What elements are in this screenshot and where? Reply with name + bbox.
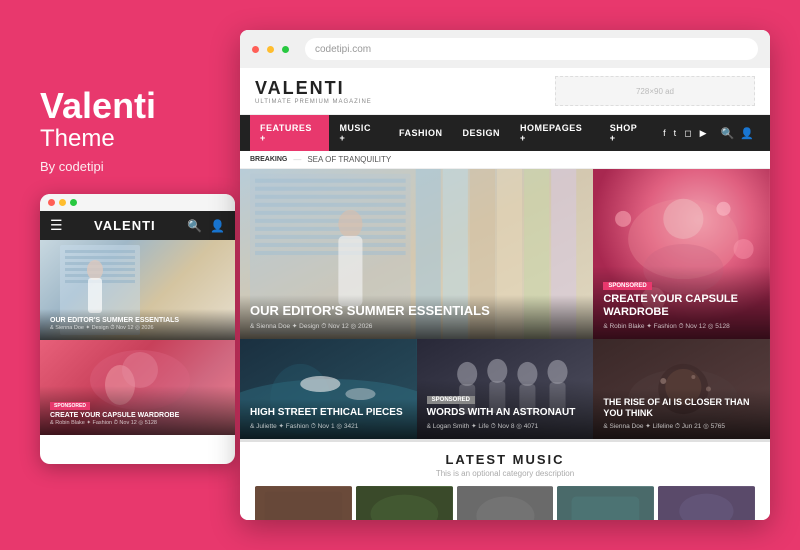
cell-summer-overlay: OUR EDITOR'S SUMMER ESSENTIALS & Sienna …: [240, 295, 593, 339]
grid-cell-summer: OUR EDITOR'S SUMMER ESSENTIALS & Sienna …: [240, 169, 593, 339]
browser-chrome: codetipi.com: [240, 30, 770, 68]
cell-summer-title: OUR EDITOR'S SUMMER ESSENTIALS: [250, 303, 583, 319]
mini-post-1-title: OUR EDITOR'S SUMMER ESSENTIALS: [50, 317, 225, 324]
grid-cell-ai: THE RISE OF AI IS CLOSER THAN YOU THINK …: [593, 339, 770, 439]
cell-ai-title: THE RISE OF AI IS CLOSER THAN YOU THINK: [603, 397, 760, 419]
music-card-2: [356, 486, 453, 520]
cell-astronaut-tag: Sponsored: [427, 396, 475, 404]
grid-cell-ethical: HIGH STREET ETHICAL PIECES & Juliette ✦ …: [240, 339, 417, 439]
nav-item-features[interactable]: FEATURES +: [250, 115, 329, 151]
nav-social-icons: f t ◻ ▶: [655, 128, 714, 139]
social-facebook[interactable]: f: [663, 128, 666, 139]
site-header: VALENTI ULTIMATE PREMIUM MAGAZINE 728×90…: [240, 68, 770, 115]
browser-address-bar[interactable]: codetipi.com: [305, 38, 758, 60]
music-section: LATEST MUSIC This is an optional categor…: [240, 439, 770, 520]
cell-capsule-tag: Sponsored: [603, 282, 651, 290]
dot-red: [48, 199, 55, 206]
site-logo-block: VALENTI ULTIMATE PREMIUM MAGAZINE: [255, 78, 372, 105]
mini-nav: ☰ VALENTI 🔍 👤: [40, 211, 235, 240]
mini-content: OUR EDITOR'S SUMMER ESSENTIALS & Sienna …: [40, 240, 235, 435]
music-card-4: [557, 486, 654, 520]
social-instagram[interactable]: ◻: [684, 128, 691, 139]
mini-post-2: Sponsored CREATE YOUR CAPSULE WARDROBE &…: [40, 340, 235, 435]
grid-cell-astronaut: Sponsored WORDS WITH AN ASTRONAUT & Loga…: [417, 339, 594, 439]
music-card-5: [658, 486, 755, 520]
social-twitter[interactable]: t: [674, 128, 677, 139]
cell-astronaut-title: WORDS WITH AN ASTRONAUT: [427, 407, 584, 419]
nav-item-fashion[interactable]: FASHION: [389, 120, 453, 146]
mini-site-logo: VALENTI: [94, 218, 156, 233]
search-icon[interactable]: 🔍: [187, 219, 202, 233]
brand-author: By codetipi: [40, 159, 230, 174]
address-text: codetipi.com: [315, 44, 371, 55]
mini-post-2-meta: & Robin Blake ✦ Fashion ⏱ Nov 12 ◎ 5128: [50, 420, 225, 427]
left-panel: Valenti Theme By codetipi ☰ VALENTI 🔍 👤: [30, 86, 230, 465]
breaking-text: SEA OF TRANQUILITY: [307, 155, 391, 164]
music-section-title: LATEST MUSIC: [255, 452, 755, 467]
cell-ai-overlay: THE RISE OF AI IS CLOSER THAN YOU THINK …: [593, 389, 770, 439]
nav-item-homepages[interactable]: HOMEPAGES +: [510, 115, 600, 151]
cell-ethical-overlay: HIGH STREET ETHICAL PIECES & Juliette ✦ …: [240, 399, 417, 439]
browser-dot-green: [282, 46, 289, 53]
browser-dot-yellow: [267, 46, 274, 53]
brand-subtitle: Theme: [40, 125, 230, 153]
social-youtube[interactable]: ▶: [700, 128, 707, 139]
dot-green: [70, 199, 77, 206]
user-icon[interactable]: 👤: [210, 219, 225, 233]
mini-post-1-meta: & Sienna Doe ✦ Design ⏱ Nov 12 ◎ 2026: [50, 325, 225, 332]
breaking-label: BREAKING: [250, 156, 287, 163]
cell-ethical-meta: & Juliette ✦ Fashion ⏱ Nov 1 ◎ 3421: [250, 422, 407, 431]
cell-summer-meta: & Sienna Doe ✦ Design ⏱ Nov 12 ◎ 2026: [250, 322, 583, 331]
cell-capsule-overlay: Sponsored CREATE YOUR CAPSULE WARDROBE &…: [593, 266, 770, 339]
mini-post-2-tag: Sponsored: [50, 402, 90, 410]
brand-title: Valenti: [40, 86, 230, 126]
dot-yellow: [59, 199, 66, 206]
music-card-1: [255, 486, 352, 520]
breaking-sep: —: [293, 155, 301, 164]
mini-post-1: OUR EDITOR'S SUMMER ESSENTIALS & Sienna …: [40, 240, 235, 340]
cell-astronaut-overlay: Sponsored WORDS WITH AN ASTRONAUT & Loga…: [417, 380, 594, 439]
site-logo: VALENTI ULTIMATE PREMIUM MAGAZINE: [255, 78, 372, 105]
music-card-3: [457, 486, 554, 520]
nav-item-shop[interactable]: SHOP +: [600, 115, 655, 151]
mini-mockup: ☰ VALENTI 🔍 👤: [40, 194, 235, 464]
mini-nav-icons: 🔍 👤: [187, 219, 225, 233]
mini-post-1-overlay: OUR EDITOR'S SUMMER ESSENTIALS & Sienna …: [40, 309, 235, 340]
nav-item-design[interactable]: DESIGN: [452, 120, 510, 146]
cell-capsule-meta: & Robin Blake ✦ Fashion ⏱ Nov 12 ◎ 5128: [603, 322, 760, 331]
grid-cell-capsule: Sponsored CREATE YOUR CAPSULE WARDROBE &…: [593, 169, 770, 339]
hamburger-icon[interactable]: ☰: [50, 217, 63, 234]
nav-bar: FEATURES + MUSIC + FASHION DESIGN HOMEPA…: [240, 115, 770, 151]
nav-search-icon[interactable]: 🔍: [715, 127, 741, 140]
main-grid: OUR EDITOR'S SUMMER ESSENTIALS & Sienna …: [240, 169, 770, 439]
music-section-subtitle: This is an optional category description: [255, 469, 755, 478]
mini-post-2-title: CREATE YOUR CAPSULE WARDROBE: [50, 412, 225, 419]
music-strip: [255, 486, 755, 520]
browser-mockup: codetipi.com VALENTI ULTIMATE PREMIUM MA…: [240, 30, 770, 520]
site-ad-banner: 728×90 ad: [555, 76, 755, 106]
nav-user-icon[interactable]: 👤: [740, 127, 760, 140]
cell-ethical-title: HIGH STREET ETHICAL PIECES: [250, 407, 407, 419]
breaking-bar: BREAKING — SEA OF TRANQUILITY: [240, 151, 770, 169]
cell-astronaut-meta: & Logan Smith ✦ Life ⏱ Nov 8 ◎ 4071: [427, 422, 584, 431]
nav-item-music[interactable]: MUSIC +: [329, 115, 389, 151]
cell-ai-meta: & Sienna Doe ✦ Lifeline ⏱ Jun 21 ◎ 5765: [603, 422, 760, 431]
browser-dot-red: [252, 46, 259, 53]
mini-post-2-overlay: Sponsored CREATE YOUR CAPSULE WARDROBE &…: [40, 386, 235, 435]
cell-capsule-title: CREATE YOUR CAPSULE WARDROBE: [603, 293, 760, 319]
mini-dots-bar: [40, 194, 235, 211]
